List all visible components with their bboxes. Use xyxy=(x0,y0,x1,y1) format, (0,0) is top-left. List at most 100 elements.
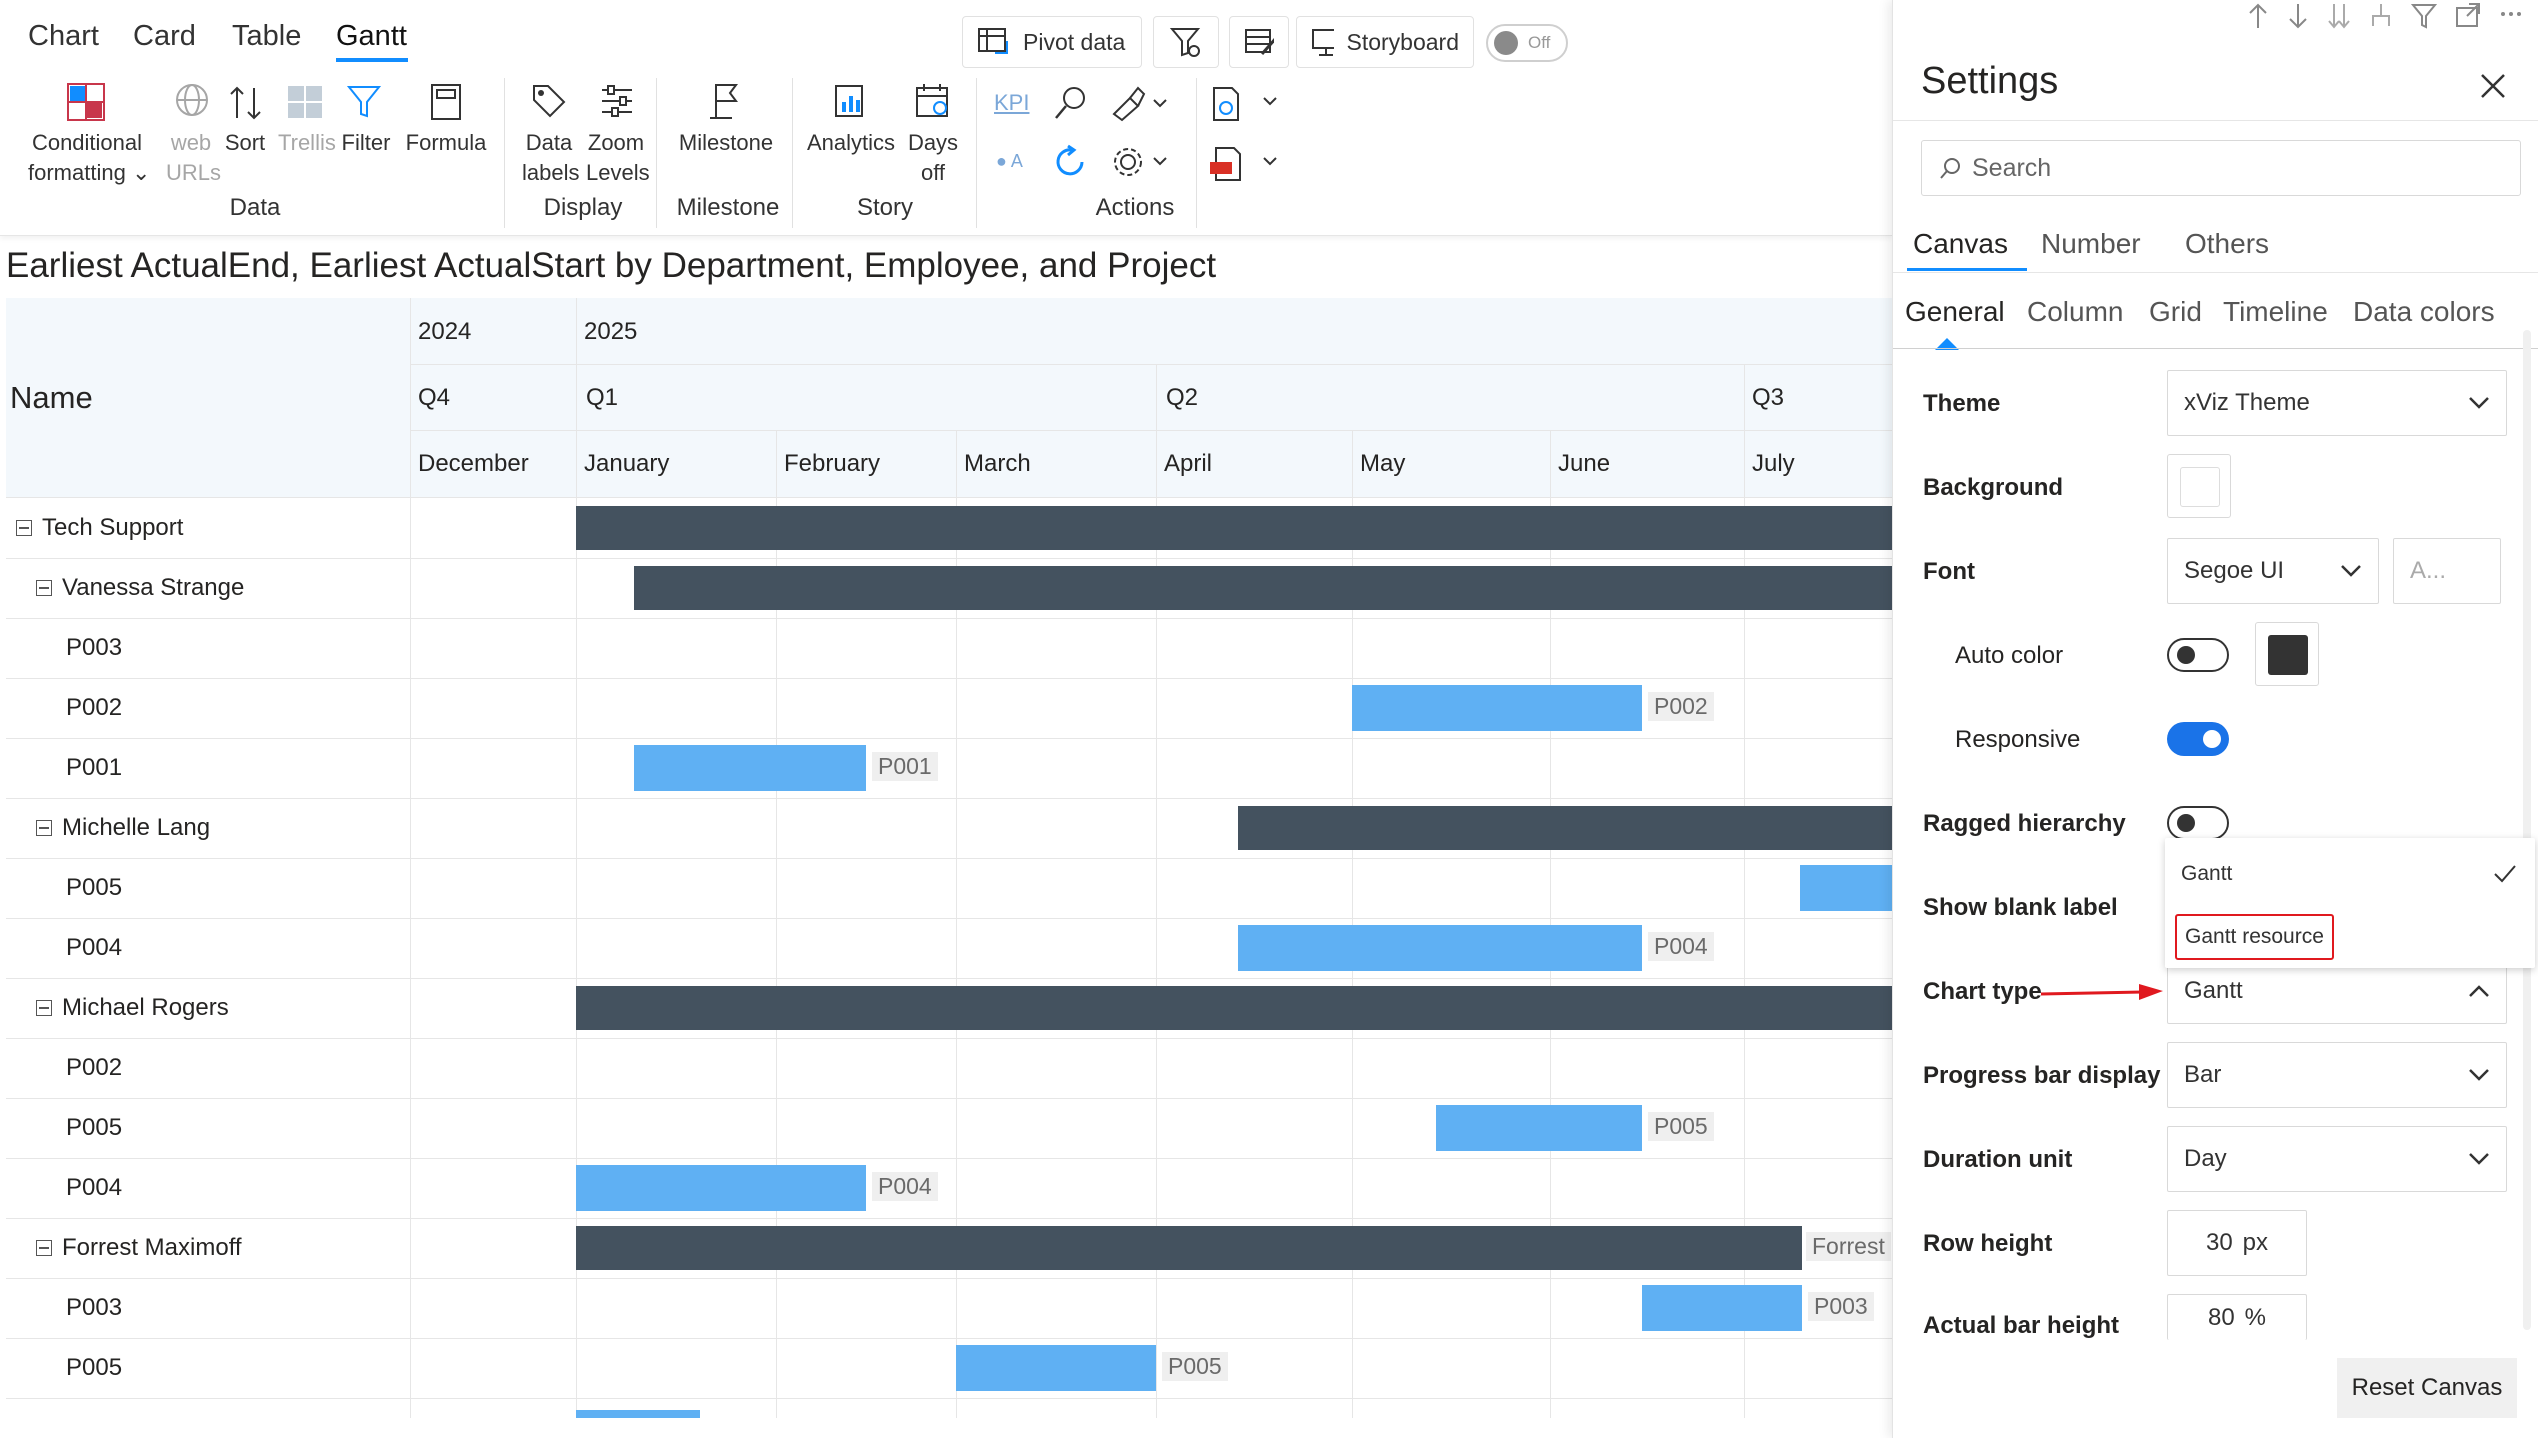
collapse-icon[interactable] xyxy=(36,820,52,836)
employee-row-label[interactable]: Forrest Maximoff xyxy=(36,1218,242,1278)
panel-filter-icon[interactable] xyxy=(2411,2,2437,30)
summary-bar[interactable] xyxy=(576,506,1892,550)
row-height-input[interactable]: 30 px xyxy=(2167,1210,2307,1276)
sort-button[interactable]: Sort xyxy=(220,128,270,158)
department-row-label[interactable]: Tech Support xyxy=(16,498,183,558)
reset-canvas-button[interactable]: Reset Canvas xyxy=(2337,1358,2517,1418)
quarter-q4: Q4 xyxy=(418,384,451,411)
progress-value: Bar xyxy=(2184,1061,2222,1088)
subtab-data-colors[interactable]: Data colors xyxy=(2353,296,2495,328)
summary-bar[interactable] xyxy=(576,1226,1802,1270)
pivot-data-button[interactable]: Pivot data xyxy=(962,16,1142,68)
display-group-label: Display xyxy=(543,194,623,221)
formula-button[interactable]: Formula xyxy=(404,128,488,158)
off-toggle[interactable]: Off xyxy=(1486,24,1568,62)
conditional-formatting-icon[interactable] xyxy=(66,82,106,122)
export-settings-icon[interactable] xyxy=(1208,84,1282,124)
month-december: December xyxy=(418,450,529,477)
tab-number[interactable]: Number xyxy=(2041,228,2141,260)
task-bar[interactable] xyxy=(634,745,866,791)
conditional-formatting-button[interactable]: Conditional formatting ⌄ xyxy=(28,128,150,188)
collapse-icon[interactable] xyxy=(36,1000,52,1016)
subtab-grid[interactable]: Grid xyxy=(2149,296,2202,328)
font-size-input[interactable]: A... xyxy=(2393,538,2501,604)
option-gantt[interactable]: Gantt xyxy=(2181,862,2232,886)
arrow-up-icon[interactable] xyxy=(2247,2,2269,30)
tab-chart[interactable]: Chart xyxy=(28,20,99,53)
chevron-down-icon xyxy=(2341,565,2361,577)
summary-bar[interactable] xyxy=(634,566,1892,610)
task-bar[interactable] xyxy=(956,1345,1156,1391)
days-off-button[interactable]: Days off xyxy=(904,128,962,188)
drill-down-icon[interactable] xyxy=(2327,2,2351,30)
summary-bar[interactable] xyxy=(1238,806,1892,850)
ragged-hierarchy-label: Ragged hierarchy xyxy=(1923,810,2126,837)
task-bar[interactable] xyxy=(1436,1105,1642,1151)
duration-unit-dropdown[interactable]: Day xyxy=(2167,1126,2507,1192)
hierarchy-icon[interactable] xyxy=(2369,2,2393,30)
option-gantt-resource[interactable]: Gantt resource xyxy=(2175,914,2334,960)
collapse-icon[interactable] xyxy=(16,520,32,536)
edit-table-button[interactable] xyxy=(1229,16,1289,68)
ragged-hierarchy-toggle[interactable] xyxy=(2167,806,2229,840)
filter-settings-button[interactable] xyxy=(1153,16,1219,68)
progress-bar-dropdown[interactable]: Bar xyxy=(2167,1042,2507,1108)
red-arrow-icon xyxy=(2040,984,2163,1000)
row-height-label: Row height xyxy=(1923,1230,2053,1257)
task-bar[interactable] xyxy=(576,1165,866,1211)
font-family-dropdown[interactable]: Segoe UI xyxy=(2167,538,2379,604)
analytics-button[interactable]: Analytics xyxy=(806,128,896,158)
title-divider xyxy=(1893,120,2538,121)
storyboard-button[interactable]: Storyboard xyxy=(1296,16,1474,68)
subtab-timeline[interactable]: Timeline xyxy=(2223,296,2328,328)
tab-canvas[interactable]: Canvas xyxy=(1913,228,2008,260)
milestone-button[interactable]: Milestone xyxy=(674,128,778,158)
paint-brush-icon[interactable] xyxy=(1108,84,1170,122)
tab-gantt[interactable]: Gantt xyxy=(336,20,407,53)
trellis-button[interactable]: Trellis xyxy=(278,128,336,158)
task-bar[interactable] xyxy=(1642,1285,1802,1331)
subtab-general[interactable]: General xyxy=(1905,296,2005,328)
actual-bar-height-input[interactable]: 80 % xyxy=(2167,1294,2307,1340)
tab-table[interactable]: Table xyxy=(232,20,301,53)
zoom-levels-button[interactable]: Zoom Levels xyxy=(586,128,650,188)
search-icon[interactable] xyxy=(1052,84,1090,122)
search-input[interactable]: Search xyxy=(1921,140,2521,196)
tab-others[interactable]: Others xyxy=(2185,228,2269,260)
levels-word: Levels xyxy=(586,160,650,185)
expand-icon[interactable] xyxy=(2455,2,2481,30)
formula-icon xyxy=(431,84,461,120)
employee-row-label[interactable]: Michelle Lang xyxy=(36,798,210,858)
responsive-toggle[interactable] xyxy=(2167,722,2229,756)
data-labels-button[interactable]: Data labels xyxy=(522,128,579,188)
more-options-icon[interactable] xyxy=(2499,2,2523,30)
employee-row-label[interactable]: Vanessa Strange xyxy=(36,558,244,618)
summary-bar[interactable] xyxy=(576,986,1892,1030)
font-color-swatch[interactable] xyxy=(2255,622,2319,686)
background-color-swatch[interactable] xyxy=(2167,454,2231,518)
year-2025: 2025 xyxy=(584,318,638,345)
settings-gear-icon[interactable] xyxy=(1110,144,1172,182)
tab-card[interactable]: Card xyxy=(133,20,196,53)
filter-button[interactable]: Filter xyxy=(340,128,392,158)
refresh-icon[interactable] xyxy=(1052,144,1090,180)
kpi-button[interactable]: KPI xyxy=(994,88,1029,118)
arrow-down-icon[interactable] xyxy=(2287,2,2309,30)
task-bar[interactable] xyxy=(1238,925,1642,971)
chevron-down-icon xyxy=(2469,1069,2489,1081)
partial-task-bar[interactable] xyxy=(576,1410,700,1418)
pdf-export-icon[interactable] xyxy=(1208,144,1282,184)
task-bar[interactable] xyxy=(1352,685,1642,731)
settings-scrollbar[interactable] xyxy=(2523,330,2531,1330)
subtab-column[interactable]: Column xyxy=(2027,296,2123,328)
outline-button[interactable]: ● A xyxy=(996,146,1023,176)
collapse-icon[interactable] xyxy=(36,580,52,596)
employee-row-label[interactable]: Michael Rogers xyxy=(36,978,229,1038)
theme-dropdown[interactable]: xViz Theme xyxy=(2167,370,2507,436)
auto-color-toggle[interactable] xyxy=(2167,638,2229,672)
close-icon[interactable] xyxy=(2479,72,2507,100)
task-bar[interactable] xyxy=(1800,865,1892,911)
web-urls-button[interactable]: web URLs xyxy=(166,128,221,188)
collapse-icon[interactable] xyxy=(36,1240,52,1256)
auto-color-label: Auto color xyxy=(1955,642,2064,669)
